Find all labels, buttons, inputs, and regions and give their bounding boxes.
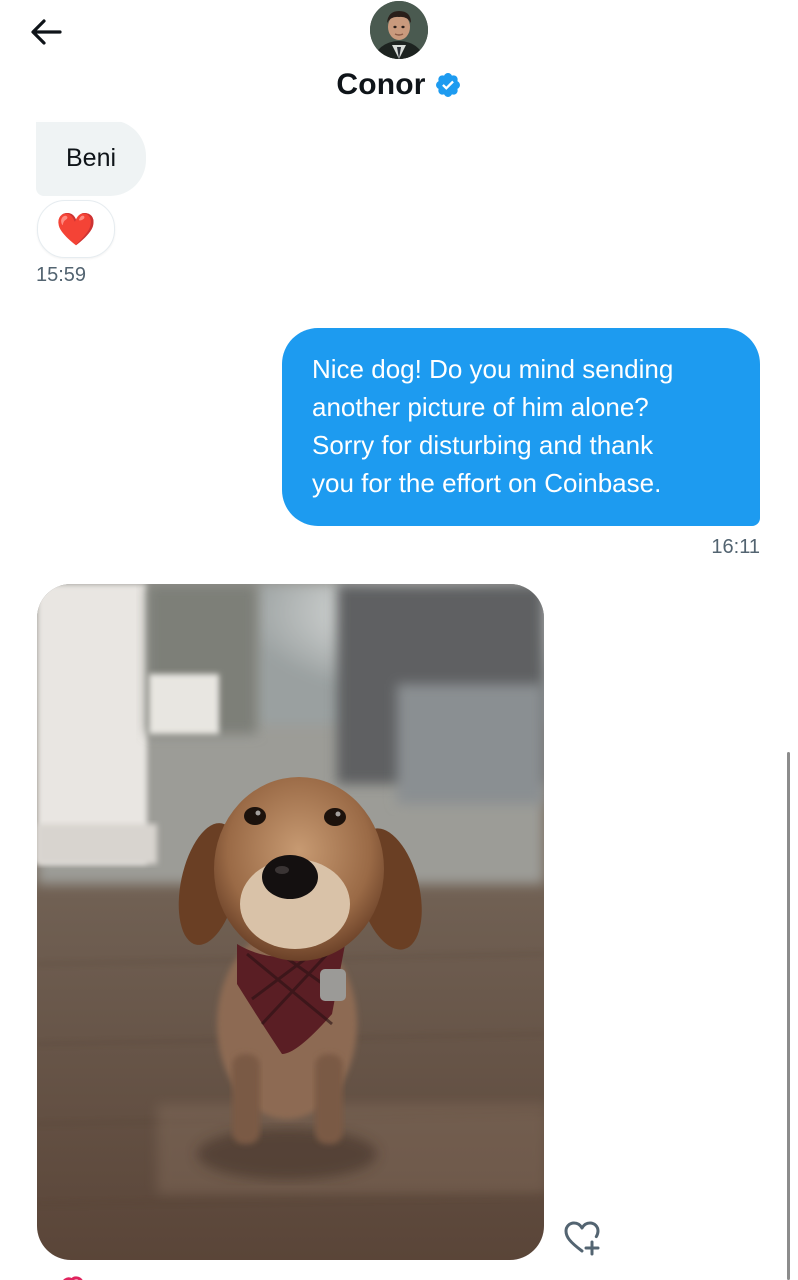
message-timestamp: 15:59 <box>36 264 87 286</box>
add-reaction-button[interactable] <box>562 1218 602 1258</box>
sent-message-bubble[interactable]: Nice dog! Do you mind sending another pi… <box>282 328 760 526</box>
partial-reaction-icon <box>56 1270 96 1280</box>
dog-photo <box>37 584 544 1260</box>
message-text: Beni <box>66 143 117 172</box>
message-reaction[interactable]: ❤️ <box>37 200 115 258</box>
arrow-left-icon <box>31 19 62 45</box>
received-image-message[interactable] <box>37 584 544 1260</box>
red-heart-reaction-icon: ❤️ <box>56 211 96 247</box>
message-timestamp: 16:11 <box>711 536 760 558</box>
message-line: you for the effort on Coinbase. <box>312 468 662 498</box>
profile-photo-icon <box>370 1 428 59</box>
contact-name[interactable]: Conor <box>336 68 425 102</box>
received-message-bubble[interactable]: Beni <box>36 120 147 196</box>
conversation-header: Conor <box>0 0 798 122</box>
dm-conversation-screen: Conor Beni ❤️ 15:59 Nice dog! Do you min… <box>0 0 798 1280</box>
scrollbar[interactable] <box>787 752 790 1280</box>
avatar[interactable] <box>370 1 428 59</box>
heart-plus-icon <box>564 1221 600 1256</box>
verified-badge-icon <box>435 73 460 97</box>
message-line: Nice dog! Do you mind sending <box>312 354 674 384</box>
message-line: Sorry for disturbing and thank <box>312 430 654 460</box>
message-line: another picture of him alone? <box>312 392 649 422</box>
contact-name-row: Conor <box>0 68 798 102</box>
back-button[interactable] <box>24 10 68 54</box>
